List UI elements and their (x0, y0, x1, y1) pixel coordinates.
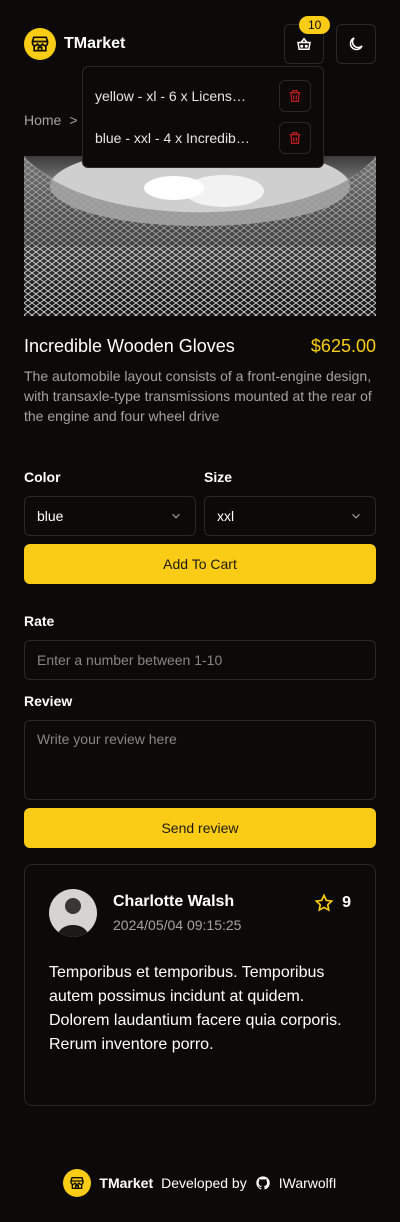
review-card: Charlotte Walsh 2024/05/04 09:15:25 9 Te… (24, 864, 376, 1106)
breadcrumb-home-link[interactable]: Home (24, 112, 61, 128)
size-select[interactable]: xxl (204, 496, 376, 536)
chevron-down-icon (352, 513, 360, 519)
footer-developed-by: Developed by (161, 1175, 247, 1191)
color-select[interactable]: blue (24, 496, 196, 536)
rate-input[interactable]: Enter a number between 1-10 (24, 640, 376, 680)
footer-brand[interactable]: TMarket (99, 1175, 153, 1191)
cart-item-text[interactable]: yellow - xl - 6 x Licensed Steel Ball (95, 88, 251, 104)
review-text: Temporibus et temporibus. Temporibus aut… (49, 964, 342, 1053)
star-icon (314, 893, 334, 912)
trash-icon (289, 90, 301, 102)
cart-dropdown-item[interactable]: yellow - xl - 6 x Licensed Steel Ball (83, 75, 323, 117)
cart-dropdown: yellow - xl - 6 x Licensed Steel Ball bl… (82, 66, 324, 168)
cart-dropdown-item[interactable]: blue - xxl - 4 x Incredible Wooden Glove… (83, 117, 323, 159)
cart-item-text[interactable]: blue - xxl - 4 x Incredible Wooden Glove… (95, 130, 251, 146)
color-label: Color (24, 469, 61, 485)
basket-icon (297, 37, 311, 50)
breadcrumb: Home > (24, 112, 78, 128)
review-label: Review (24, 693, 73, 709)
product-description: The automobile layout consists of a fron… (24, 368, 372, 424)
product-title: Incredible Wooden Gloves (24, 336, 235, 356)
product-price: $625.00 (310, 336, 376, 356)
review-timestamp: 2024/05/04 09:15:25 (113, 917, 242, 933)
cart-count-badge: 10 (299, 16, 331, 34)
header: TMarket 10 (24, 16, 376, 64)
delete-cart-item-button[interactable] (279, 80, 311, 112)
avatar (49, 889, 97, 937)
rate-label: Rate (24, 613, 55, 629)
review-score-value: 9 (342, 894, 351, 911)
chevron-down-icon (172, 513, 180, 519)
cart-button[interactable]: 10 (284, 16, 331, 64)
trash-icon (289, 132, 301, 144)
review-score: 9 (314, 893, 351, 913)
product-image (24, 156, 376, 316)
theme-toggle-button[interactable] (336, 24, 376, 64)
size-select-value: xxl (217, 508, 235, 524)
delete-cart-item-button[interactable] (279, 122, 311, 154)
github-icon (256, 1176, 270, 1190)
brand-name[interactable]: TMarket (64, 35, 125, 53)
moon-icon (349, 37, 363, 51)
color-select-value: blue (37, 508, 64, 524)
add-to-cart-button[interactable]: Add To Cart (24, 544, 376, 584)
store-logo-icon[interactable] (24, 28, 56, 60)
reviewer-name: Charlotte Walsh (113, 893, 235, 910)
send-review-button[interactable]: Send review (24, 808, 376, 848)
store-logo-icon[interactable] (63, 1169, 92, 1197)
footer-author-link[interactable]: IWarwolfI (279, 1175, 337, 1191)
review-textarea[interactable]: Write your review here (24, 720, 376, 800)
breadcrumb-separator: > (69, 112, 78, 128)
size-label: Size (204, 469, 233, 485)
footer: TMarket Developed by IWarwolfI (0, 1168, 400, 1198)
